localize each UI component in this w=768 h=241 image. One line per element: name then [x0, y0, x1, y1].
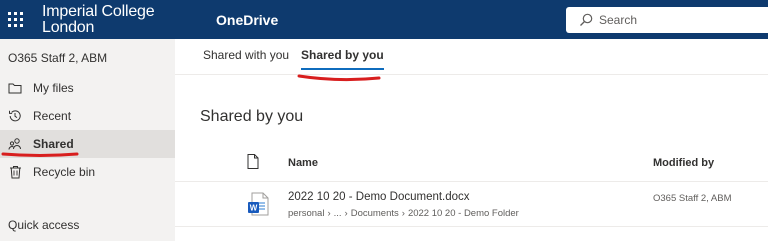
left-navigation: O365 Staff 2, ABM My files Recent Shared [0, 39, 175, 241]
logo-line-1: Imperial College [42, 3, 155, 20]
pivot-tabs: Shared with you Shared by you [175, 39, 768, 75]
path-segment: ... [333, 208, 342, 219]
path-segment: Documents [350, 208, 399, 219]
annotation-underline-tab [297, 74, 381, 82]
folder-icon [8, 81, 22, 95]
account-name: O365 Staff 2, ABM [8, 51, 108, 65]
chevron-right-icon: › [327, 208, 331, 219]
search-icon [580, 13, 593, 26]
chevron-right-icon: › [344, 208, 348, 219]
search-input[interactable] [599, 13, 759, 27]
nav-item-label: Recent [33, 109, 72, 123]
logo-line-2: London [42, 19, 95, 36]
nav-item-recycle-bin[interactable]: Recycle bin [0, 158, 175, 186]
tab-shared-by-you[interactable]: Shared by you [301, 48, 384, 70]
path-segment: 2022 10 20 - Demo Folder [407, 208, 519, 219]
app-name[interactable]: OneDrive [216, 12, 278, 28]
page-title: Shared by you [200, 108, 304, 125]
tab-shared-with-you[interactable]: Shared with you [203, 48, 289, 70]
path-segment: personal [288, 208, 325, 219]
nav-item-label: My files [33, 81, 74, 95]
nav-item-my-files[interactable]: My files [0, 74, 175, 102]
file-name-link[interactable]: 2022 10 20 - Demo Document.docx [288, 191, 470, 203]
svg-text:W: W [250, 204, 258, 213]
chevron-right-icon: › [401, 208, 405, 219]
top-bar: Imperial College London OneDrive [0, 0, 768, 39]
file-type-icon[interactable] [247, 154, 259, 169]
org-logo[interactable]: Imperial College London [42, 4, 162, 36]
word-document-icon: W [248, 192, 269, 216]
column-header-name[interactable]: Name [288, 157, 318, 169]
quick-access-heading[interactable]: Quick access [8, 218, 79, 232]
trash-icon [8, 165, 22, 179]
nav-item-recent[interactable]: Recent [0, 102, 175, 130]
nav-item-label: Recycle bin [33, 165, 96, 179]
annotation-underline-shared [1, 152, 79, 157]
column-header-modified-by[interactable]: Modified by [653, 157, 714, 169]
history-icon [8, 109, 22, 123]
table-row[interactable]: W 2022 10 20 - Demo Document.docx person… [175, 181, 768, 227]
app-launcher-button[interactable] [0, 0, 30, 39]
waffle-icon [7, 12, 23, 27]
file-path[interactable]: personal › ... › Documents › 2022 10 20 … [288, 208, 519, 219]
search-box[interactable] [566, 7, 768, 33]
modified-by-cell: O365 Staff 2, ABM [653, 193, 732, 204]
